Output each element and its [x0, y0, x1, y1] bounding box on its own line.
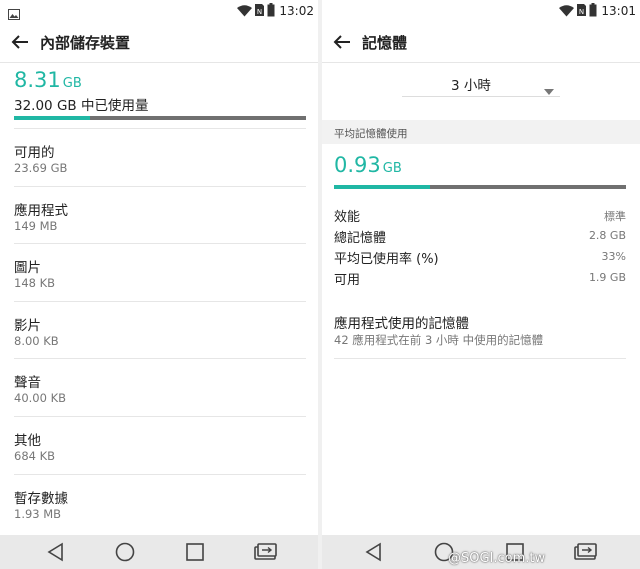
- sim-nfc-icon: N: [576, 2, 587, 21]
- app-memory-item[interactable]: 應用程式使用的記憶體 42 應用程式在前 3 小時 中使用的記憶體: [334, 312, 626, 359]
- memory-stat-value: 2.8 GB: [588, 229, 626, 242]
- memory-stat-row: 效能 標準: [334, 205, 626, 226]
- wifi-icon: [559, 2, 575, 21]
- storage-category-size: 684 KB: [14, 448, 56, 463]
- memory-usage-bar: [334, 185, 626, 189]
- page-title: 記憶體: [362, 34, 408, 52]
- back-triangle-icon[interactable]: [44, 540, 68, 564]
- memory-stat-row: 可用 1.9 GB: [334, 268, 626, 289]
- storage-category-label: 圖片: [14, 260, 41, 277]
- back-arrow-icon[interactable]: [330, 30, 354, 54]
- memory-usage-fill: [334, 185, 431, 189]
- recents-square-icon[interactable]: [183, 540, 207, 564]
- time-period-selected: 3 小時: [451, 78, 491, 94]
- wifi-icon: [237, 2, 253, 21]
- battery-icon: [589, 2, 597, 21]
- memory-stat-value: 1.9 GB: [588, 271, 626, 284]
- memory-stat-label: 總記憶體: [334, 231, 387, 246]
- storage-category-item[interactable]: 圖片 148 KB: [14, 243, 306, 301]
- storage-usage-bar: [14, 116, 306, 120]
- home-circle-icon[interactable]: [113, 540, 137, 564]
- storage-category-list: 可用的 23.69 GB 應用程式 149 MB 圖片 148 KB 影片 8.00 KB 聲音…: [0, 128, 318, 531]
- back-arrow-icon[interactable]: [8, 30, 32, 54]
- storage-category-item[interactable]: 應用程式 149 MB: [14, 185, 306, 244]
- storage-category-size: 148 KB: [14, 276, 56, 291]
- memory-stat-row: 平均已使用率 (%) 33%: [334, 247, 626, 268]
- dual-window-icon[interactable]: [253, 540, 277, 564]
- svg-text:N: N: [579, 8, 584, 16]
- storage-used-caption: 32.00 GB 中已使用量: [14, 98, 149, 114]
- svg-text:N: N: [257, 8, 262, 16]
- app-memory-subtitle: 42 應用程式在前 3 小時 中使用的記憶體: [334, 333, 544, 347]
- storage-category-size: 1.93 MB: [14, 506, 62, 521]
- storage-used-value: 8.31 GB: [14, 68, 82, 92]
- time-period-dropdown[interactable]: 3 小時: [402, 70, 560, 97]
- storage-category-item[interactable]: 影片 8.00 KB: [14, 300, 306, 359]
- app-bar: 內部儲存裝置: [0, 22, 318, 63]
- storage-category-label: 應用程式: [14, 202, 68, 219]
- storage-usage-fill: [14, 116, 90, 120]
- memory-used-value: 0.93 GB: [334, 153, 402, 177]
- dual-window-icon[interactable]: [573, 540, 597, 564]
- navigation-bar: @SOGI.com.tw: [322, 535, 640, 569]
- memory-stat-label: 平均已使用率 (%): [334, 252, 439, 267]
- sim-nfc-icon: N: [254, 2, 265, 21]
- memory-stat-row: 總記憶體 2.8 GB: [334, 226, 626, 247]
- section-header: 平均記憶體使用: [334, 128, 408, 140]
- storage-category-item[interactable]: 聲音 40.00 KB: [14, 358, 306, 416]
- storage-category-item[interactable]: 其他 684 KB: [14, 415, 306, 474]
- storage-category-size: 8.00 KB: [14, 333, 59, 348]
- status-bar: N 13:02: [0, 0, 318, 22]
- status-bar: N 13:01: [322, 0, 640, 22]
- status-clock: 13:02: [279, 4, 314, 18]
- storage-category-size: 23.69 GB: [14, 161, 68, 175]
- storage-category-size: 40.00 KB: [14, 391, 67, 406]
- storage-category-item[interactable]: 可用的 23.69 GB: [14, 128, 306, 186]
- memory-stats: 效能 標準總記憶體 2.8 GB 平均已使用率 (%) 33% 可用 1.9 GB: [334, 205, 626, 289]
- memory-stat-value: 33%: [601, 250, 626, 263]
- storage-category-item[interactable]: 暫存數據 1.93 MB: [14, 473, 306, 532]
- memory-screen: N 13:01 記憶體 3 小時 平均記憶體使用 0.93 GB 效能 標準總記憶體…: [322, 0, 640, 569]
- app-bar: 記憶體: [322, 22, 640, 63]
- dropdown-arrow-icon: [544, 80, 554, 99]
- storage-category-size: 149 MB: [14, 218, 58, 233]
- back-triangle-icon[interactable]: [362, 540, 386, 564]
- navigation-bar: [0, 535, 318, 569]
- section-header-band: 平均記憶體使用: [322, 120, 640, 144]
- memory-stat-label: 可用: [334, 273, 361, 288]
- storage-category-label: 暫存數據: [14, 490, 68, 507]
- page-title: 內部儲存裝置: [40, 34, 131, 52]
- storage-category-label: 其他: [14, 432, 41, 449]
- storage-category-label: 聲音: [14, 375, 41, 392]
- storage-category-label: 影片: [14, 317, 41, 334]
- status-clock: 13:01: [601, 4, 636, 18]
- watermark-text: @SOGI.com.tw: [448, 551, 546, 566]
- memory-stat-label: 效能: [334, 210, 361, 225]
- battery-icon: [267, 2, 275, 21]
- storage-screen: N 13:02 內部儲存裝置 8.31 GB 32.00 GB 中已使用量 可用的…: [0, 0, 318, 569]
- storage-category-label: 可用的: [14, 145, 55, 161]
- memory-stat-value: 標準: [604, 210, 626, 223]
- app-memory-title: 應用程式使用的記憶體: [334, 316, 469, 332]
